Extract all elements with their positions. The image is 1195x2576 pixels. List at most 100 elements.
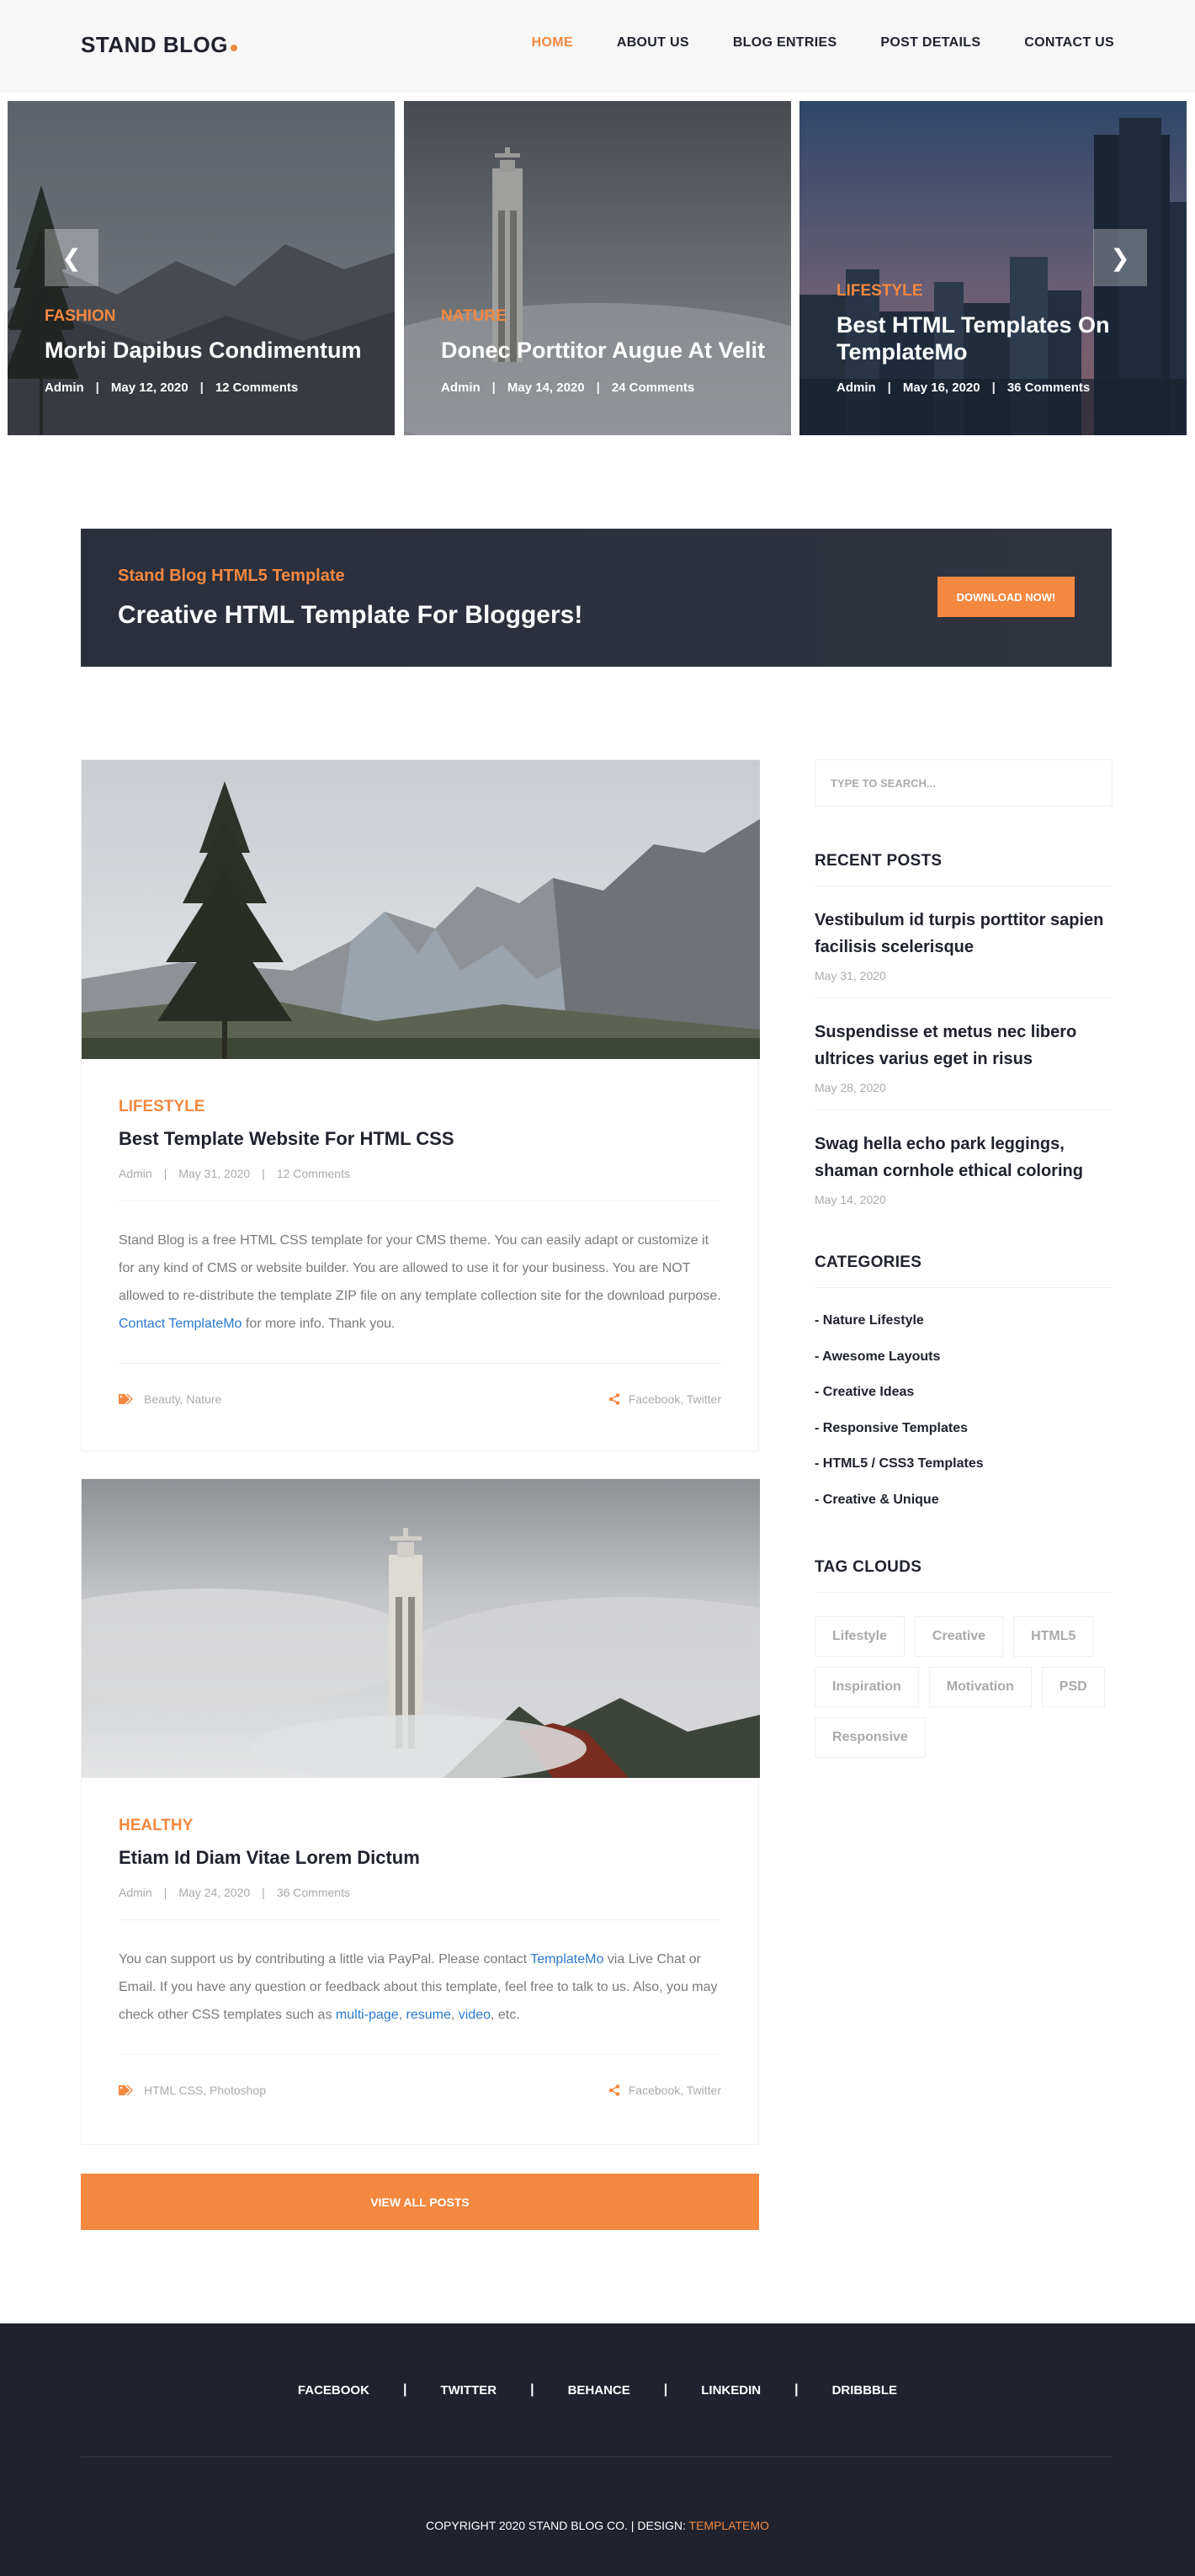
nav-contact-us[interactable]: CONTACT US — [1024, 35, 1114, 51]
main-nav: HOME ABOUT US BLOG ENTRIES POST DETAILS … — [532, 35, 1114, 51]
nav-post-details[interactable]: POST DETAILS — [880, 35, 980, 51]
share-icon — [608, 1393, 620, 1405]
resume-link[interactable]: resume — [406, 2008, 451, 2022]
slide-date[interactable]: May 14, 2020 — [507, 381, 585, 395]
recent-post-title[interactable]: Swag hella echo park leggings, shaman co… — [815, 1131, 1113, 1184]
post-image[interactable] — [82, 760, 760, 1059]
social-separator: | — [794, 2382, 799, 2397]
view-all-posts-button[interactable]: VIEW ALL POSTS — [81, 2174, 759, 2230]
slide-category[interactable]: FASHION — [45, 307, 115, 326]
social-dribbble-link[interactable]: DRIBBBLE — [832, 2383, 898, 2398]
slide-author[interactable]: Admin — [836, 381, 876, 395]
meta-separator: | — [163, 1886, 167, 1899]
category-item[interactable]: - Nature Lifestyle — [815, 1303, 1113, 1339]
tag-item[interactable]: Lifestyle — [815, 1616, 905, 1657]
post-title[interactable]: Best Template Website For HTML CSS — [119, 1128, 721, 1150]
post-author[interactable]: Admin — [119, 1167, 152, 1180]
nav-home[interactable]: HOME — [532, 35, 573, 51]
slide-author[interactable]: Admin — [441, 381, 481, 395]
post-category[interactable]: HEALTHY — [119, 1817, 721, 1835]
slide-title[interactable]: Morbi Dapibus Condimentum — [45, 337, 369, 364]
recent-post-date: May 14, 2020 — [815, 1193, 886, 1206]
recent-post-title[interactable]: Vestibulum id turpis porttitor sapien fa… — [815, 907, 1113, 961]
slide-meta: Admin | May 12, 2020 | 12 Comments — [45, 381, 298, 395]
slide-meta: Admin | May 14, 2020 | 24 Comments — [441, 381, 694, 395]
nav-blog-entries[interactable]: BLOG ENTRIES — [733, 35, 837, 51]
meta-separator: | — [887, 381, 891, 395]
category-item[interactable]: - Responsive Templates — [815, 1411, 1113, 1447]
post-share: Facebook, Twitter — [608, 2084, 721, 2097]
social-twitter-link[interactable]: TWITTER — [440, 2383, 497, 2398]
post-share-list[interactable]: Facebook, Twitter — [629, 2084, 721, 2097]
post-share: Facebook, Twitter — [608, 1392, 721, 1406]
post-share-list[interactable]: Facebook, Twitter — [629, 1392, 721, 1406]
slider-prev-button[interactable]: ❮ — [45, 229, 98, 286]
cta-heading: Creative HTML Template For Bloggers! — [118, 601, 583, 629]
blog-post: HEALTHY Etiam Id Diam Vitae Lorem Dictum… — [81, 1478, 760, 2145]
tag-item[interactable]: HTML5 — [1013, 1616, 1094, 1657]
meta-separator: | — [95, 381, 99, 395]
tag-item[interactable]: Inspiration — [815, 1667, 919, 1707]
category-list: - Nature Lifestyle - Awesome Layouts - C… — [815, 1303, 1113, 1518]
blog-post: LIFESTYLE Best Template Website For HTML… — [81, 759, 760, 1451]
slide-comments[interactable]: 36 Comments — [1007, 381, 1090, 395]
slide-date[interactable]: May 12, 2020 — [111, 381, 189, 395]
copyright-text: COPYRIGHT 2020 STAND BLOG CO. | DESIGN: … — [426, 2519, 769, 2532]
site-logo[interactable]: STAND BLOG — [81, 32, 237, 58]
banner-slide-nature[interactable]: NATURE Donec Porttitor Augue At Velit Ad… — [404, 101, 791, 435]
post-date[interactable]: May 31, 2020 — [178, 1167, 250, 1180]
category-item[interactable]: - HTML5 / CSS3 Templates — [815, 1446, 1113, 1482]
category-item[interactable]: - Creative Ideas — [815, 1375, 1113, 1411]
tag-item[interactable]: Creative — [914, 1616, 1004, 1657]
footer-divider — [81, 2456, 1112, 2457]
post-tag-list[interactable]: HTML CSS, Photoshop — [144, 2084, 266, 2097]
post-comments[interactable]: 12 Comments — [277, 1167, 350, 1180]
tag-item[interactable]: PSD — [1041, 1667, 1105, 1707]
tag-item[interactable]: Responsive — [815, 1717, 926, 1758]
post-tags: Beauty, Nature — [119, 1392, 221, 1406]
chevron-left-icon: ❮ — [61, 244, 82, 271]
templatemo-credit-link[interactable]: TEMPLATEMO — [689, 2519, 769, 2532]
recent-post-title[interactable]: Suspendisse et metus nec libero ultrices… — [815, 1019, 1113, 1072]
category-item[interactable]: - Creative & Unique — [815, 1482, 1113, 1519]
call-to-action-banner: Stand Blog HTML5 Template Creative HTML … — [81, 529, 1112, 667]
post-image[interactable] — [82, 1479, 760, 1778]
slide-comments[interactable]: 12 Comments — [215, 381, 298, 395]
slider-next-button[interactable]: ❯ — [1093, 229, 1147, 286]
meta-separator: | — [262, 1167, 265, 1180]
recent-post-item[interactable]: Vestibulum id turpis porttitor sapien fa… — [815, 886, 1113, 998]
meta-separator: | — [991, 381, 996, 395]
video-link[interactable]: video — [459, 2008, 491, 2022]
slide-date[interactable]: May 16, 2020 — [903, 381, 980, 395]
download-now-button[interactable]: DOWNLOAD NOW! — [937, 577, 1075, 617]
post-category[interactable]: LIFESTYLE — [119, 1098, 721, 1116]
social-linkedin-link[interactable]: LINKEDIN — [701, 2383, 761, 2398]
slide-comments[interactable]: 24 Comments — [612, 381, 694, 395]
nav-about-us[interactable]: ABOUT US — [617, 35, 689, 51]
post-excerpt: Stand Blog is a free HTML CSS template f… — [119, 1227, 721, 1364]
slide-category[interactable]: NATURE — [441, 307, 507, 326]
slide-title[interactable]: Best HTML Templates On TemplateMo — [836, 311, 1161, 365]
search-input[interactable] — [815, 759, 1113, 806]
category-item[interactable]: - Awesome Layouts — [815, 1339, 1113, 1376]
post-footer: Beauty, Nature Facebook, Twitter — [119, 1364, 721, 1434]
multi-page-link[interactable]: multi-page — [336, 2008, 399, 2022]
recent-post-item[interactable]: Suspendisse et metus nec libero ultrices… — [815, 998, 1113, 1110]
post-body: LIFESTYLE Best Template Website For HTML… — [82, 1098, 758, 1434]
post-image-mountains — [82, 760, 760, 1059]
social-facebook-link[interactable]: FACEBOOK — [298, 2383, 369, 2398]
templatemo-link[interactable]: TemplateMo — [530, 1952, 603, 1967]
post-tag-list[interactable]: Beauty, Nature — [144, 1392, 221, 1406]
social-behance-link[interactable]: BEHANCE — [568, 2383, 630, 2398]
post-date[interactable]: May 24, 2020 — [178, 1886, 250, 1899]
slide-title[interactable]: Donec Porttitor Augue At Velit — [441, 337, 766, 364]
slide-author[interactable]: Admin — [45, 381, 84, 395]
post-author[interactable]: Admin — [119, 1886, 152, 1899]
post-title[interactable]: Etiam Id Diam Vitae Lorem Dictum — [119, 1847, 721, 1869]
contact-templatemo-link[interactable]: Contact TemplateMo — [119, 1317, 242, 1331]
post-comments[interactable]: 36 Comments — [277, 1886, 350, 1899]
tag-clouds-heading: TAG CLOUDS — [815, 1558, 1113, 1593]
slide-category[interactable]: LIFESTYLE — [836, 282, 922, 301]
tag-item[interactable]: Motivation — [928, 1667, 1032, 1707]
recent-post-item[interactable]: Swag hella echo park leggings, shaman co… — [815, 1110, 1113, 1221]
